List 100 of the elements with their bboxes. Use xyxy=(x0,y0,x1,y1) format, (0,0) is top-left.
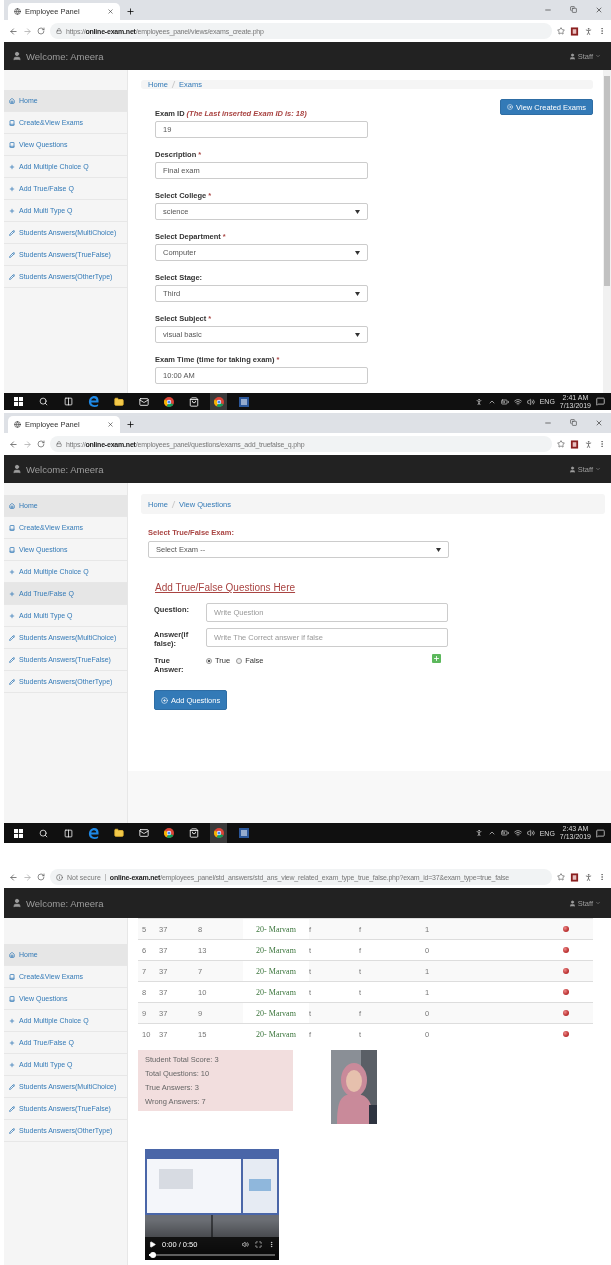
person-icon[interactable] xyxy=(474,397,483,406)
folder-icon[interactable] xyxy=(113,828,124,838)
user-icon xyxy=(12,51,22,61)
user-icon xyxy=(12,464,22,474)
user-icon xyxy=(568,899,576,907)
user-icon xyxy=(568,465,576,473)
book-icon xyxy=(9,973,15,980)
lock-icon xyxy=(56,441,62,447)
plus-icon xyxy=(9,568,15,575)
fullscreen-icon[interactable] xyxy=(255,1241,262,1248)
plus-icon xyxy=(9,1061,15,1068)
profile-icon[interactable] xyxy=(584,26,593,36)
lock-icon xyxy=(56,28,62,34)
menu-icon[interactable] xyxy=(598,873,606,881)
battery-icon[interactable] xyxy=(500,829,509,837)
extension-icon[interactable] xyxy=(570,439,579,449)
section-heading-link[interactable]: Add True/False Questions Here xyxy=(155,582,296,593)
mail-icon[interactable] xyxy=(138,828,149,838)
volume-icon[interactable] xyxy=(526,397,535,406)
pencil-icon xyxy=(9,678,15,685)
notification-icon[interactable] xyxy=(596,828,605,838)
person-icon[interactable] xyxy=(474,829,483,837)
home-icon xyxy=(9,502,15,509)
volume-icon[interactable] xyxy=(242,1241,249,1248)
caret-icon xyxy=(436,547,441,552)
caret-icon xyxy=(355,291,360,296)
wifi-icon[interactable] xyxy=(513,829,522,837)
restore-icon[interactable] xyxy=(570,6,577,13)
globe-icon xyxy=(14,8,21,15)
plus-icon xyxy=(9,163,15,170)
pencil-icon xyxy=(9,273,15,280)
search-icon[interactable] xyxy=(39,397,48,406)
volume-icon[interactable] xyxy=(526,829,535,837)
windows-start-icon[interactable] xyxy=(14,828,23,838)
store-icon[interactable] xyxy=(188,396,199,407)
close-icon[interactable] xyxy=(595,6,603,14)
chrome-icon[interactable] xyxy=(163,396,174,407)
pencil-icon xyxy=(9,229,15,236)
profile-icon[interactable] xyxy=(584,872,593,882)
student-name-cell: 20- Marvam xyxy=(243,961,309,981)
folder-icon[interactable] xyxy=(113,396,124,407)
delete-icon[interactable] xyxy=(563,1031,569,1037)
delete-icon[interactable] xyxy=(563,926,569,932)
pencil-icon xyxy=(9,1105,15,1112)
back-icon[interactable] xyxy=(9,26,18,36)
close-icon[interactable] xyxy=(107,421,114,428)
caret-icon xyxy=(595,53,601,59)
back-icon[interactable] xyxy=(9,872,18,882)
delete-icon[interactable] xyxy=(563,947,569,953)
search-icon[interactable] xyxy=(39,828,48,838)
back-icon[interactable] xyxy=(9,439,18,449)
delete-icon[interactable] xyxy=(563,1010,569,1016)
reload-icon[interactable] xyxy=(37,873,45,881)
task-view-icon[interactable] xyxy=(64,828,73,838)
caret-icon xyxy=(595,466,601,472)
plus-icon xyxy=(9,1039,15,1046)
plus-icon xyxy=(9,612,15,619)
pencil-icon xyxy=(9,251,15,258)
battery-icon[interactable] xyxy=(500,397,509,406)
caret-icon xyxy=(355,250,360,255)
bookmark-star-icon[interactable] xyxy=(557,440,565,448)
notification-icon[interactable] xyxy=(596,397,605,406)
plus-icon xyxy=(9,1017,15,1024)
menu-icon[interactable] xyxy=(598,440,606,448)
word-icon[interactable] xyxy=(238,828,249,838)
word-icon[interactable] xyxy=(238,396,249,407)
home-icon xyxy=(9,97,15,104)
restore-icon[interactable] xyxy=(570,419,577,426)
edge-browser-icon[interactable] xyxy=(88,396,99,407)
scrollbar[interactable] xyxy=(603,70,611,393)
extension-icon[interactable] xyxy=(570,872,579,882)
reload-icon[interactable] xyxy=(37,27,45,35)
delete-icon[interactable] xyxy=(563,989,569,995)
wifi-icon[interactable] xyxy=(513,397,522,406)
pencil-icon xyxy=(9,656,15,663)
chrome-icon[interactable] xyxy=(163,828,174,838)
profile-icon[interactable] xyxy=(584,439,593,449)
windows-start-icon[interactable] xyxy=(14,397,23,406)
delete-icon[interactable] xyxy=(563,968,569,974)
globe-icon xyxy=(14,421,21,428)
bookmark-star-icon[interactable] xyxy=(557,873,565,881)
task-view-icon[interactable] xyxy=(64,397,73,406)
chrome-icon[interactable] xyxy=(213,828,224,838)
user-icon xyxy=(12,898,22,908)
close-icon[interactable] xyxy=(107,8,114,15)
play-icon[interactable] xyxy=(149,1241,156,1248)
pencil-icon xyxy=(9,634,15,641)
book-icon xyxy=(9,995,15,1002)
edge-browser-icon[interactable] xyxy=(88,827,99,839)
new-tab-icon[interactable] xyxy=(126,7,135,16)
mail-icon[interactable] xyxy=(138,396,149,407)
bookmark-star-icon[interactable] xyxy=(557,27,565,35)
chrome-icon[interactable] xyxy=(213,396,224,407)
menu-icon[interactable] xyxy=(598,27,606,35)
store-icon[interactable] xyxy=(188,828,199,838)
chevron-up-icon[interactable] xyxy=(487,829,496,837)
new-tab-icon[interactable] xyxy=(126,420,135,429)
extension-icon[interactable] xyxy=(570,26,579,36)
close-icon[interactable] xyxy=(595,419,603,427)
reload-icon[interactable] xyxy=(37,440,45,448)
